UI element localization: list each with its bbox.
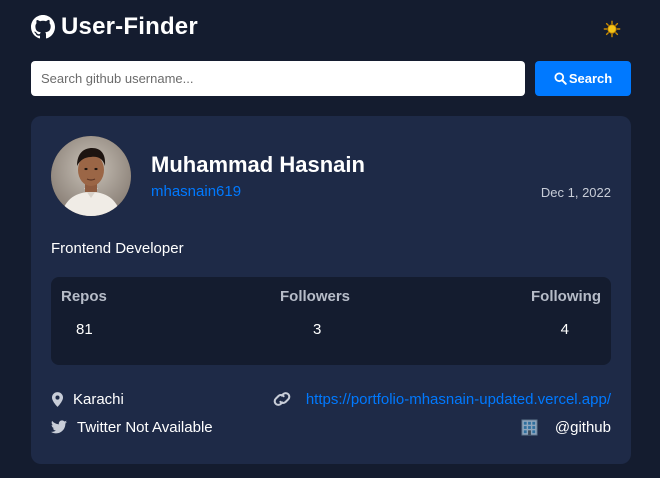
followers-label: Followers [280,288,351,305]
profile-card: Muhammad Hasnain mhasnain619 Dec 1, 2022… [31,116,631,464]
website-link[interactable]: https://portfolio-mhasnain-updated.verce… [306,391,611,408]
website-row: https://portfolio-mhasnain-updated.verce… [272,390,611,408]
brand: User-Finder [31,13,198,41]
profile-name: Muhammad Hasnain [151,152,365,177]
search-bar: Search [31,61,631,96]
repos-value: 81 [76,321,93,338]
profile-bio: Frontend Developer [51,240,184,257]
info-right: https://portfolio-mhasnain-updated.verce… [272,390,611,446]
profile-login-link[interactable]: mhasnain619 [151,183,241,200]
search-icon [554,72,567,85]
location-text: Karachi [73,390,124,408]
repos-label: Repos [61,288,107,305]
twitter-icon [51,420,67,434]
following-label: Following [531,288,601,305]
company-text: @github [554,418,611,436]
search-button-label: Search [568,71,613,86]
location-pin-icon [51,391,63,407]
office-building-icon [521,418,539,436]
company-row: @github [272,418,611,436]
followers-value: 3 [313,321,322,338]
joined-date: Dec 1, 2022 [540,185,611,200]
search-input[interactable] [31,61,525,96]
info-left: Karachi Twitter Not Available [51,390,213,446]
avatar [51,136,131,216]
following-value: 4 [560,321,569,338]
app-header: User-Finder [31,12,631,42]
stats-panel: Repos 81 Followers 3 Following 4 [51,277,611,365]
location-row: Karachi [51,390,213,408]
link-icon [272,391,292,407]
twitter-text: Twitter Not Available [77,418,213,436]
sun-icon[interactable] [601,18,623,40]
app-title: User-Finder [61,13,198,40]
github-icon [31,15,55,39]
search-button[interactable]: Search [535,61,631,96]
twitter-row: Twitter Not Available [51,418,213,436]
